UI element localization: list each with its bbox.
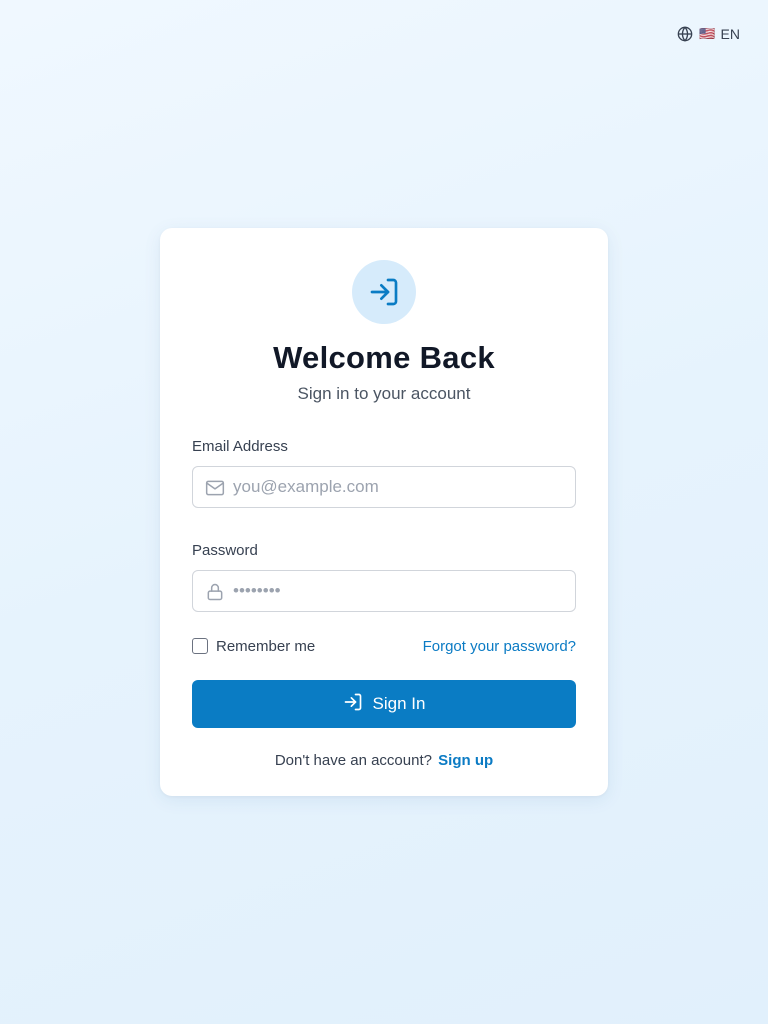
email-field[interactable] <box>193 467 575 507</box>
page-title: Welcome Back <box>273 340 495 375</box>
password-field[interactable] <box>193 571 575 611</box>
signup-row: Don't have an account? Sign up <box>192 752 576 769</box>
login-card: Welcome Back Sign in to your account Ema… <box>160 228 608 796</box>
sign-in-label: Sign In <box>372 694 426 713</box>
page-subtitle: Sign in to your account <box>297 384 471 403</box>
language-switcher[interactable]: 🇺🇸 EN <box>677 22 740 46</box>
remember-me[interactable]: Remember me <box>192 638 315 655</box>
globe-icon <box>677 26 693 42</box>
sign-up-link[interactable]: Sign up <box>438 752 493 769</box>
sign-in-icon <box>343 692 363 717</box>
signup-prompt: Don't have an account? <box>274 752 432 769</box>
forgot-password-link[interactable]: Forgot your password? <box>423 638 576 655</box>
remember-checkbox[interactable] <box>192 638 208 654</box>
remember-label: Remember me <box>216 637 316 655</box>
sign-in-icon <box>352 260 416 324</box>
password-label: Password <box>192 542 258 559</box>
email-field-wrapper <box>192 466 576 508</box>
options-row: Remember me Forgot your password? <box>192 634 576 658</box>
flag-icon: 🇺🇸 <box>699 26 717 41</box>
email-label: Email Address <box>192 438 288 455</box>
sign-in-button[interactable]: Sign In <box>192 680 576 728</box>
language-code: EN <box>720 26 740 42</box>
password-field-wrapper <box>192 570 576 612</box>
